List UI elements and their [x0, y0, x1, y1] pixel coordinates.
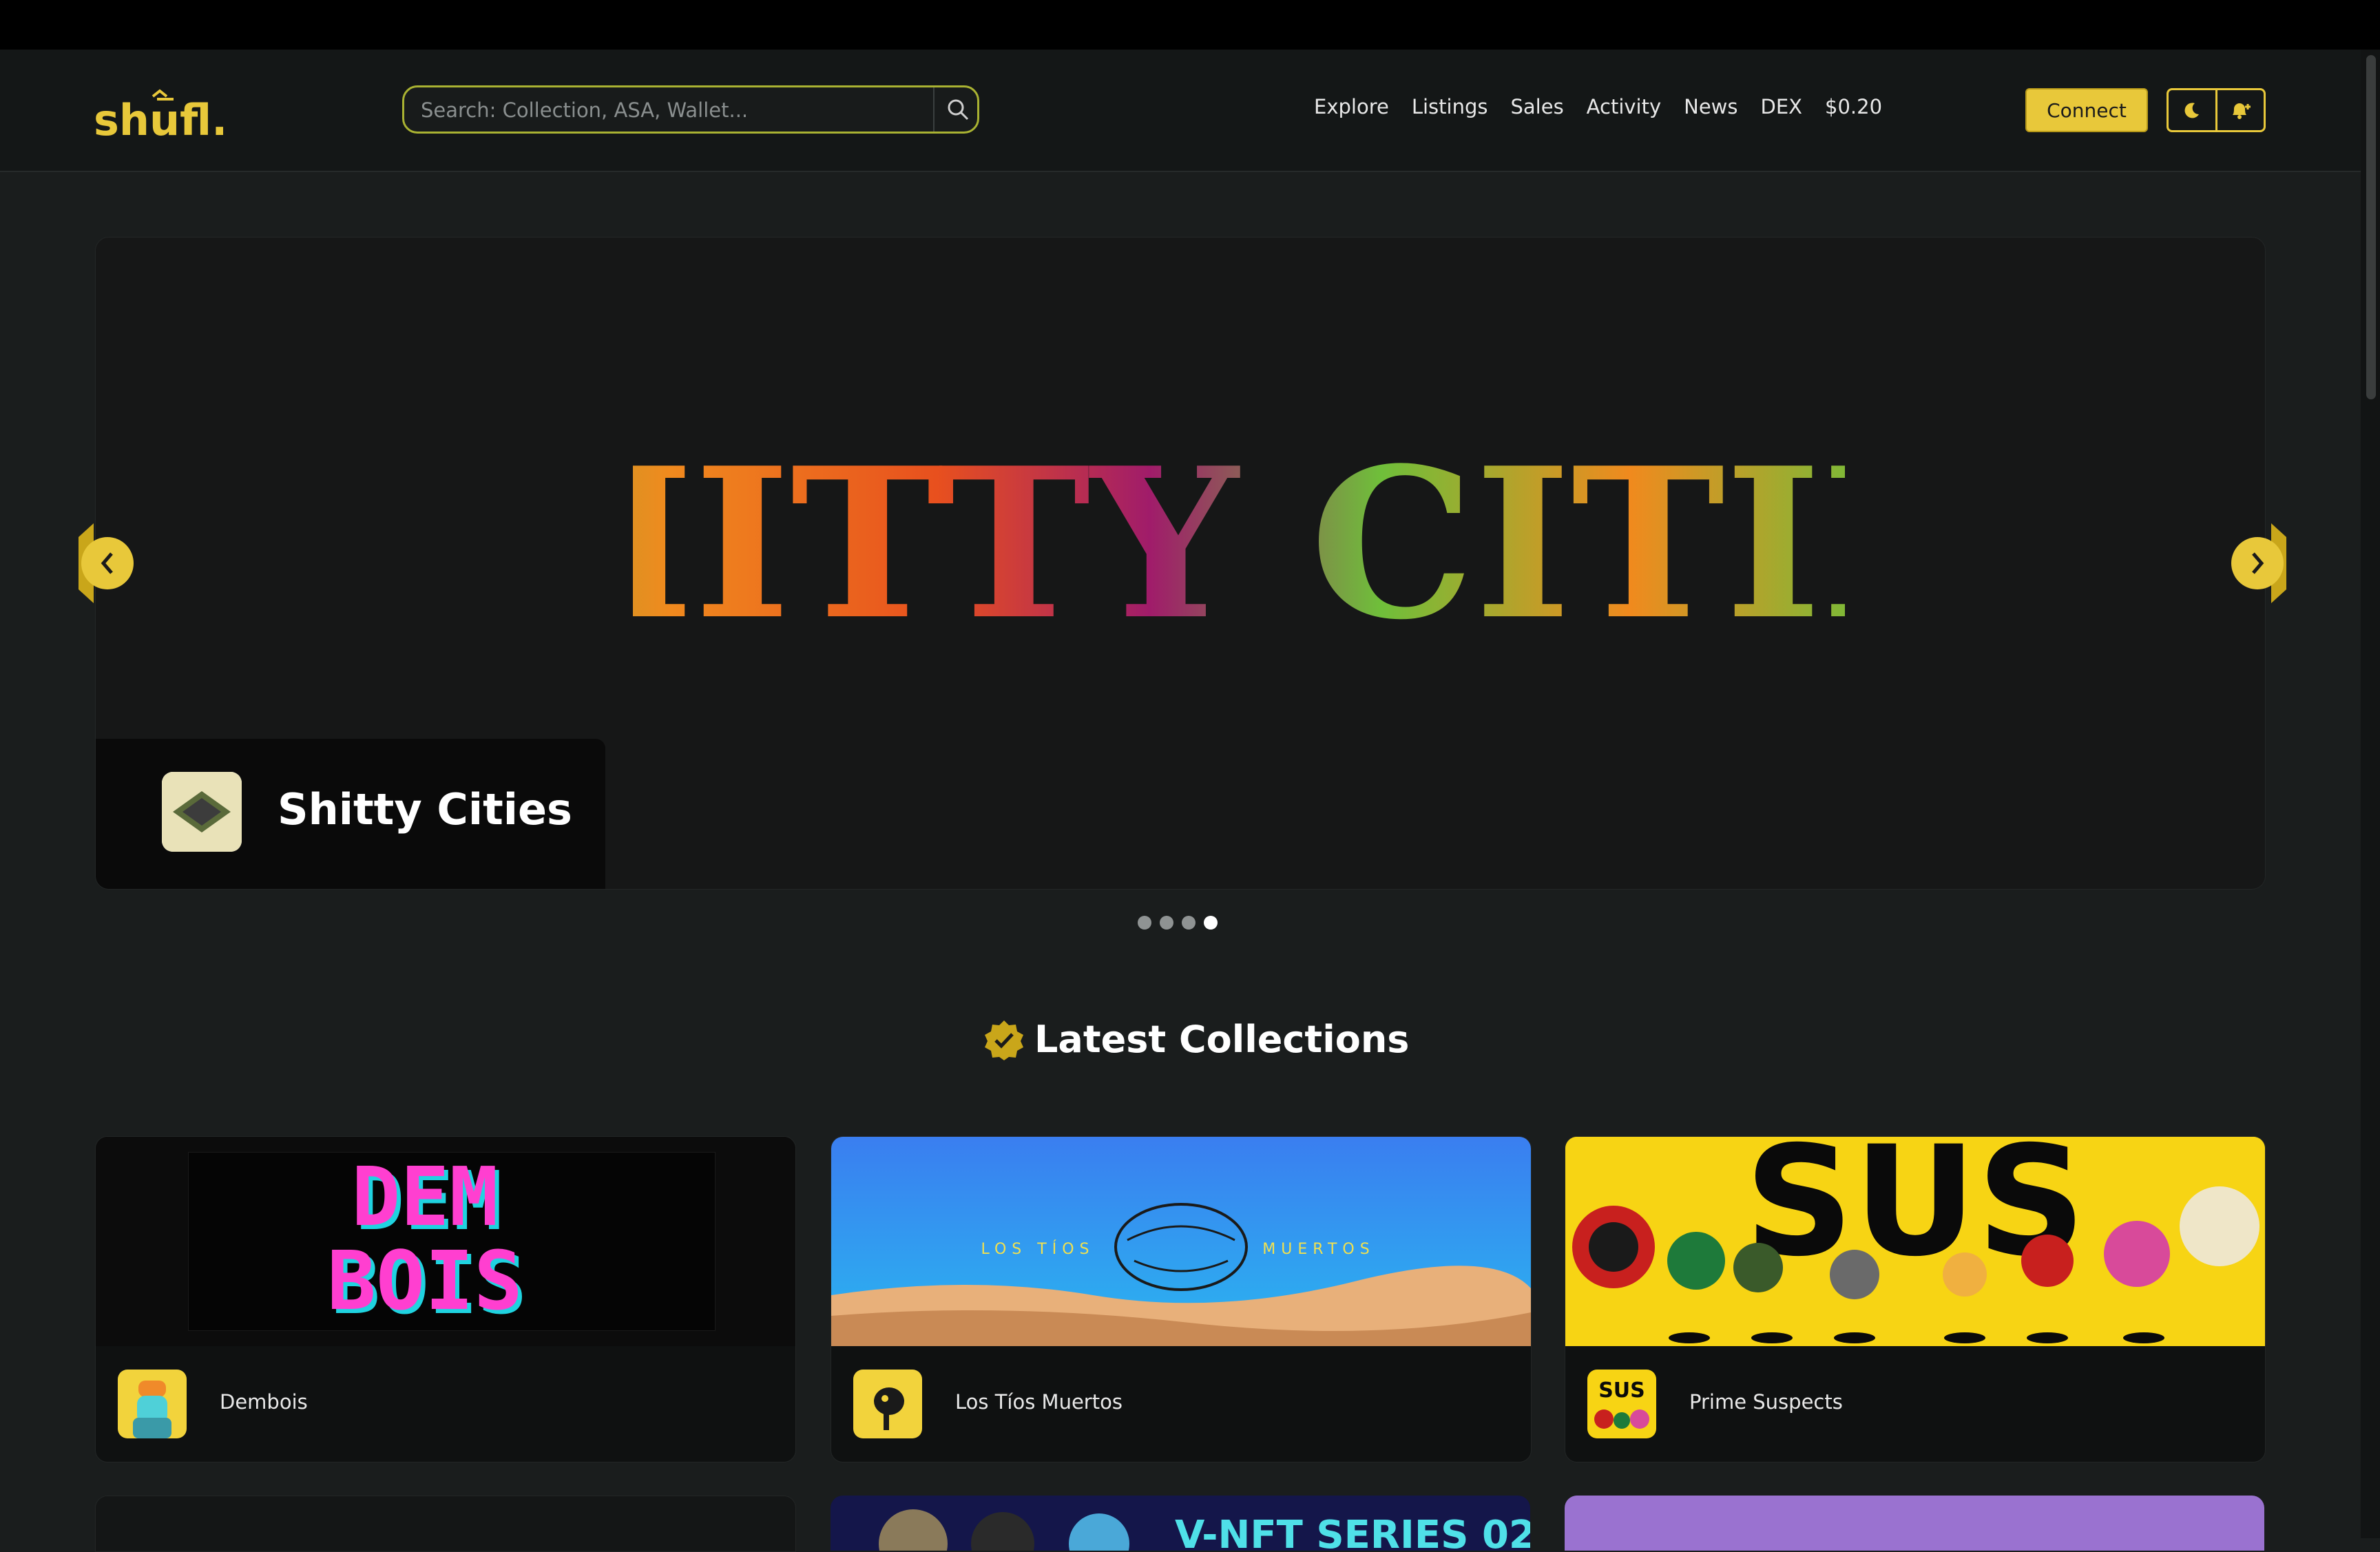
browser-top-bar — [0, 0, 2380, 50]
hero-banner-art: SHITTY CITIES — [633, 444, 1845, 664]
site-header — [0, 50, 2380, 172]
dembois-banner-line2: BOIS — [327, 1233, 523, 1328]
collection-card-partial-3[interactable] — [1565, 1496, 2264, 1551]
los-tios-banner-left: LOS TÍOS — [981, 1240, 1095, 1258]
search-icon[interactable] — [946, 97, 970, 122]
carousel-dots — [1138, 916, 1218, 930]
connect-button[interactable]: Connect — [2025, 88, 2148, 132]
shufl-logo[interactable]: shufl. — [92, 83, 223, 145]
header-icon-group — [2167, 88, 2266, 132]
verified-badge-icon — [985, 1020, 1023, 1060]
collection-name[interactable]: Prime Suspects — [1689, 1390, 1843, 1414]
collection-card-los-tios-muertos[interactable]: LOS TÍOS MUERTOS Los Tíos Muertos — [831, 1136, 1532, 1462]
card-footer: SUS Prime Suspects — [1565, 1346, 2265, 1462]
sus-avatar-text: SUS — [1598, 1378, 1645, 1403]
hero-banner-text: SHITTY CITIES — [633, 444, 1845, 664]
logo-text: shufl. — [94, 95, 223, 145]
collection-avatar — [853, 1370, 922, 1438]
card-banner: SUS — [1565, 1137, 2265, 1346]
hero-title[interactable]: Shitty Cities — [278, 784, 572, 835]
moon-icon — [2184, 103, 2199, 118]
nav-activity[interactable]: Activity — [1587, 95, 1661, 118]
nav-dex[interactable]: DEX — [1761, 95, 1803, 118]
card-footer: Dembois — [96, 1346, 795, 1462]
collection-avatar: SUS — [1587, 1370, 1656, 1438]
latest-collections-heading: Latest Collections — [983, 1018, 1409, 1061]
carousel-dot-2[interactable] — [1160, 916, 1173, 930]
collection-card-dembois[interactable]: DEM DEM BOIS BOIS Dembois — [95, 1136, 796, 1462]
dembois-banner-line1: DEM — [351, 1149, 498, 1244]
nav-explore[interactable]: Explore — [1314, 95, 1389, 118]
collection-name[interactable]: Dembois — [220, 1390, 308, 1414]
carousel-dot-1[interactable] — [1138, 916, 1151, 930]
main-nav: Explore Listings Sales Activity News DEX… — [1314, 95, 1882, 118]
collection-card-partial-2[interactable]: V-NFT SERIES 02 — [831, 1496, 1530, 1551]
collection-card-prime-suspects[interactable]: SUS SUS Prime Suspects — [1565, 1136, 2266, 1462]
section-title-text: Latest Collections — [1034, 1018, 1410, 1061]
nav-price[interactable]: $0.20 — [1825, 95, 1882, 118]
nav-listings[interactable]: Listings — [1412, 95, 1488, 118]
theme-toggle-button[interactable] — [2169, 90, 2215, 130]
collection-name[interactable]: Los Tíos Muertos — [955, 1390, 1123, 1414]
carousel-next-button[interactable] — [2222, 523, 2286, 603]
notifications-button[interactable] — [2215, 90, 2264, 130]
hero-caption[interactable]: Shitty Cities — [96, 739, 605, 889]
search-divider — [933, 87, 935, 132]
card-banner: LOS TÍOS MUERTOS — [831, 1137, 1531, 1346]
nav-news[interactable]: News — [1684, 95, 1737, 118]
bell-icon — [2233, 103, 2251, 119]
collection-avatar — [118, 1370, 187, 1438]
carousel-dot-4[interactable] — [1204, 916, 1218, 930]
hero-collection-avatar — [162, 772, 242, 852]
card-banner: DEM DEM BOIS BOIS — [96, 1137, 795, 1346]
card-footer: Los Tíos Muertos — [831, 1346, 1531, 1462]
scrollbar-thumb[interactable] — [2366, 55, 2376, 399]
collection-card-partial-1[interactable] — [95, 1496, 796, 1552]
search-bar[interactable] — [402, 85, 979, 134]
carousel-dot-3[interactable] — [1182, 916, 1196, 930]
search-input[interactable] — [419, 94, 890, 126]
nav-sales[interactable]: Sales — [1510, 95, 1563, 118]
carousel-prev-button[interactable] — [79, 523, 143, 603]
partial-banner-text: V-NFT SERIES 02 — [1175, 1513, 1530, 1551]
los-tios-banner-right: MUERTOS — [1262, 1241, 1375, 1258]
hero-carousel[interactable]: SHITTY CITIES Shitty Cities — [95, 237, 2266, 890]
